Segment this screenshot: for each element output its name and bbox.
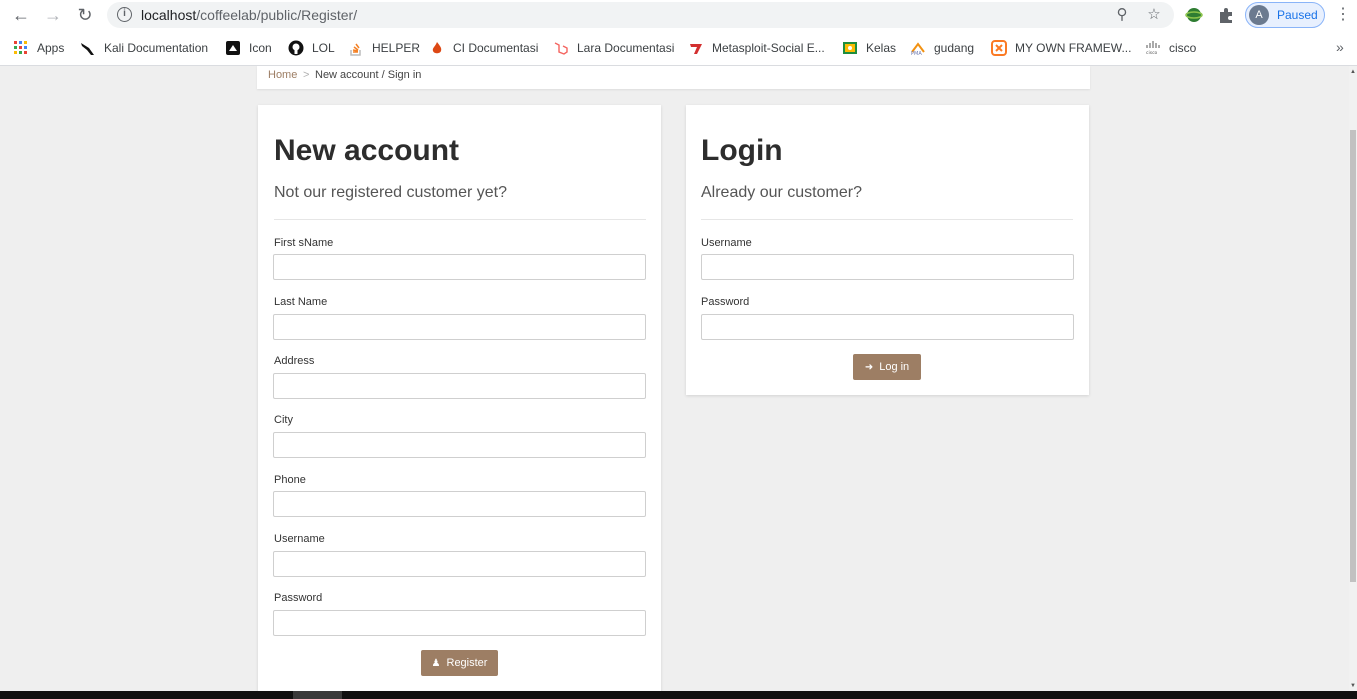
breadcrumb-current: New account / Sign in — [315, 69, 422, 81]
profile-button[interactable]: A Paused — [1245, 2, 1325, 28]
phone-field[interactable] — [273, 491, 646, 517]
browser-toolbar: ← → ↻ i localhost/coffeelab/public/Regis… — [0, 0, 1357, 31]
login-button-label: Log in — [879, 361, 910, 373]
avatar: A — [1249, 5, 1269, 25]
login-username-label: Username — [701, 237, 752, 249]
phpmyadmin-icon: PMA — [910, 40, 926, 56]
city-field[interactable] — [273, 432, 646, 458]
last-name-field[interactable] — [273, 314, 646, 340]
extensions-puzzle-icon[interactable] — [1217, 6, 1235, 24]
bookmark-apps[interactable]: Apps — [13, 40, 64, 56]
bookmark-label: cisco — [1169, 41, 1197, 55]
stackoverflow-icon — [348, 40, 364, 56]
scroll-up-arrow-icon[interactable]: ▲ — [1350, 69, 1356, 75]
user-icon: ♟ — [431, 657, 441, 669]
reload-icon[interactable]: ↻ — [73, 4, 97, 26]
chevron-double-right-icon[interactable]: » — [1336, 39, 1344, 55]
city-label: City — [274, 414, 293, 426]
register-username-field[interactable] — [273, 551, 646, 577]
svg-text:PMA: PMA — [911, 51, 922, 56]
cisco-icon: cisco — [1145, 40, 1161, 56]
github-icon — [288, 40, 304, 56]
back-arrow-icon[interactable]: ← — [9, 4, 33, 26]
kali-dragon-icon — [80, 40, 96, 56]
bookmark-kali[interactable]: Kali Documentation — [80, 40, 208, 56]
register-password-field[interactable] — [273, 610, 646, 636]
login-button[interactable]: ➜ Log in — [853, 354, 921, 380]
bookmark-label: Metasploit-Social E... — [712, 41, 825, 55]
register-panel: New account Not our registered customer … — [258, 105, 661, 691]
extension-globe-icon[interactable] — [1185, 6, 1203, 24]
site-info-icon[interactable]: i — [117, 7, 132, 22]
bookmark-label: Apps — [37, 41, 65, 55]
forward-arrow-icon[interactable]: → — [41, 4, 65, 26]
bookmark-metasploit[interactable]: Metasploit-Social E... — [688, 40, 825, 56]
login-title: Login — [701, 134, 783, 167]
breadcrumb: Home > New account / Sign in — [257, 66, 1090, 89]
register-button-label: Register — [446, 657, 488, 669]
address-field[interactable] — [273, 373, 646, 399]
first-name-field[interactable] — [273, 254, 646, 280]
bookmark-framework[interactable]: MY OWN FRAMEW... — [991, 40, 1131, 56]
bookmark-helper[interactable]: HELPER — [348, 40, 420, 56]
bookmark-label: Lara Documentasi — [577, 41, 675, 55]
breadcrumb-separator: > — [303, 69, 310, 81]
browser-menu-icon[interactable]: ⋮ — [1335, 4, 1351, 26]
address-url[interactable]: localhost/coffeelab/public/Register/ — [141, 7, 357, 23]
scroll-down-arrow-icon[interactable]: ▼ — [1350, 683, 1356, 689]
bookmark-label: Icon — [249, 41, 272, 55]
bookmark-icon[interactable]: Icon — [225, 40, 272, 56]
bookmark-cisco[interactable]: cisco cisco — [1145, 40, 1196, 56]
bookmark-lol[interactable]: LOL — [288, 40, 335, 56]
os-taskbar — [0, 691, 1357, 699]
register-lead: Not our registered customer yet? — [274, 184, 507, 201]
breadcrumb-home-link[interactable]: Home — [268, 69, 297, 81]
bookmarks-bar: Apps Kali Documentation Icon LOL HELPER … — [0, 31, 1357, 66]
address-label: Address — [274, 355, 315, 367]
register-button[interactable]: ♟ Register — [421, 650, 498, 676]
bookmark-star-icon[interactable]: ☆ — [1145, 6, 1163, 24]
bookmark-lara-doc[interactable]: Lara Documentasi — [553, 40, 674, 56]
login-username-field[interactable] — [701, 254, 1074, 280]
login-lead: Already our customer? — [701, 184, 862, 201]
divider — [274, 219, 646, 220]
login-panel: Login Already our customer? Username Pas… — [686, 105, 1089, 395]
bookmark-kelas[interactable]: Kelas — [842, 40, 896, 56]
xampp-icon — [991, 40, 1007, 56]
login-password-field[interactable] — [701, 314, 1074, 340]
page-viewport: Home > New account / Sign in New account… — [0, 66, 1349, 691]
bookmark-label: Kelas — [866, 41, 897, 55]
classroom-icon — [842, 40, 858, 56]
profile-status: Paused — [1277, 8, 1318, 22]
address-bar[interactable]: i localhost/coffeelab/public/Register/ ⚲… — [107, 2, 1174, 28]
bookmark-label: gudang — [934, 41, 975, 55]
taskbar-active-item[interactable] — [293, 691, 342, 699]
first-name-label: First sName — [274, 237, 334, 249]
bookmark-label: CI Documentasi — [453, 41, 539, 55]
sign-in-icon: ➜ — [864, 361, 874, 373]
bookmark-label: LOL — [312, 41, 335, 55]
apps-grid-icon — [13, 40, 29, 56]
bookmark-label: HELPER — [372, 41, 421, 55]
register-username-label: Username — [274, 533, 325, 545]
svg-text:cisco: cisco — [1146, 50, 1158, 56]
scrollbar-thumb[interactable] — [1350, 130, 1356, 582]
bookmark-label: Kali Documentation — [104, 41, 209, 55]
bookmark-ci-doc[interactable]: CI Documentasi — [429, 40, 538, 56]
page-scrollbar[interactable]: ▲ ▼ — [1349, 66, 1357, 691]
bookmark-label: MY OWN FRAMEW... — [1015, 41, 1132, 55]
codeigniter-flame-icon — [429, 40, 445, 56]
icon-site-icon — [225, 40, 241, 56]
laravel-icon — [553, 40, 569, 56]
register-title: New account — [274, 134, 460, 167]
zoom-icon[interactable]: ⚲ — [1113, 6, 1131, 24]
divider — [701, 219, 1073, 220]
bookmark-gudang[interactable]: PMA gudang — [910, 40, 974, 56]
phone-label: Phone — [274, 474, 306, 486]
metasploit-icon — [688, 40, 704, 56]
register-password-label: Password — [274, 592, 323, 604]
last-name-label: Last Name — [274, 296, 328, 308]
login-password-label: Password — [701, 296, 750, 308]
